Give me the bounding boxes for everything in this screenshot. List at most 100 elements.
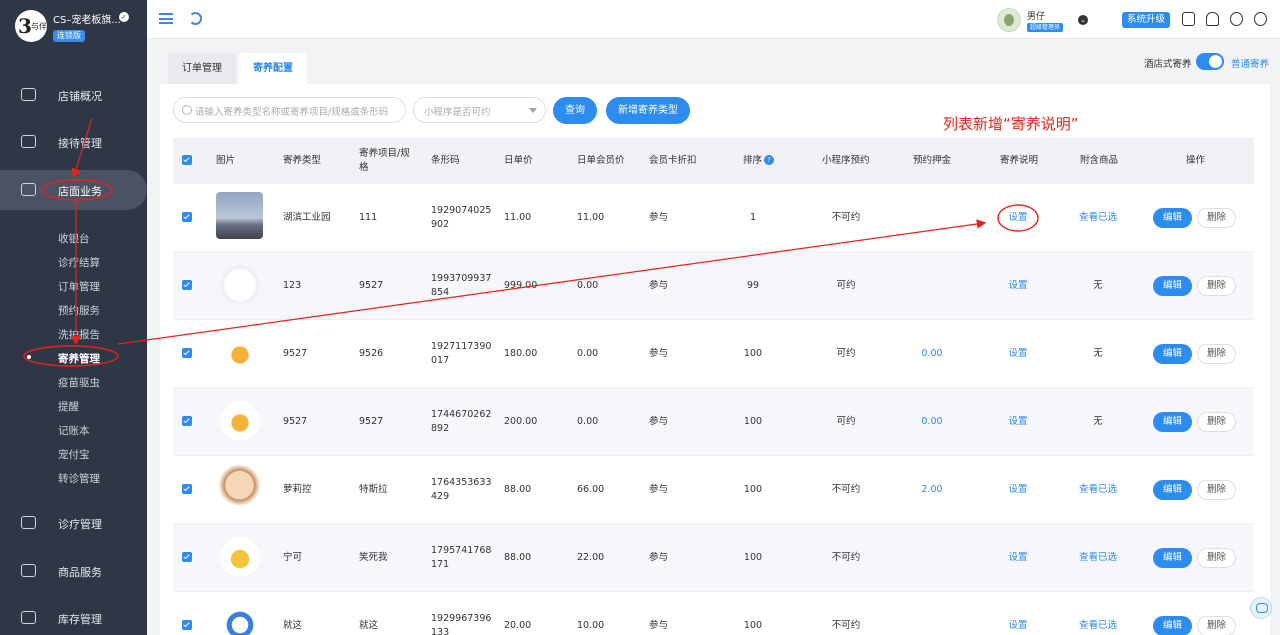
delete-button[interactable]: 删除: [1197, 276, 1237, 296]
sidebar-item-store-business[interactable]: 店面业务: [0, 170, 147, 210]
sidebar-subitem-vaccine[interactable]: 疫苗驱虫: [58, 375, 100, 390]
brand-header[interactable]: 3 与伴 CS–宠老板旗... ✓ 连锁版: [0, 0, 147, 52]
row-checkbox[interactable]: [182, 552, 192, 562]
select-all-checkbox[interactable]: [182, 155, 192, 165]
boarding-note-settings-link[interactable]: 设置: [1007, 211, 1029, 225]
tab-order-management[interactable]: 订单管理: [168, 53, 236, 84]
row-checkbox[interactable]: [182, 620, 192, 630]
delete-button[interactable]: 删除: [1197, 344, 1237, 364]
sidebar-item-medical[interactable]: 诊疗管理: [0, 503, 147, 543]
sidebar-subitem-treatment-settlement[interactable]: 诊疗结算: [58, 255, 100, 270]
menu-toggle-icon[interactable]: [159, 13, 173, 24]
edit-button[interactable]: 编辑: [1153, 344, 1193, 364]
attached-goods-link[interactable]: 查看已选: [1075, 483, 1121, 497]
bell-icon[interactable]: [1206, 12, 1219, 26]
edit-button[interactable]: 编辑: [1153, 616, 1193, 635]
sidebar-item-inventory[interactable]: 库存管理: [0, 598, 147, 635]
cell-price: 88.00: [504, 552, 532, 563]
boarding-mode-toggle[interactable]: [1196, 53, 1224, 70]
cell-spec: 9527: [359, 416, 384, 427]
boarding-note-settings-link[interactable]: 设置: [1007, 347, 1029, 361]
search-input[interactable]: 请输入寄养类型名称或寄养项目/规格或条形码: [173, 97, 406, 123]
normal-boarding-link[interactable]: 普通寄养: [1231, 56, 1269, 70]
delete-button[interactable]: 删除: [1197, 208, 1237, 228]
calendar-icon[interactable]: [1182, 12, 1195, 26]
boarding-note-settings-link[interactable]: 设置: [1007, 619, 1029, 633]
delete-button[interactable]: 删除: [1197, 480, 1237, 500]
edition-badge: 连锁版: [53, 30, 85, 42]
help-icon[interactable]: ?: [764, 155, 774, 165]
cell-booking: 不可约: [831, 552, 861, 563]
headset-icon[interactable]: [1230, 12, 1243, 26]
tab-boarding-config[interactable]: 寄养配置: [239, 53, 307, 84]
clipboard-icon: [21, 135, 36, 148]
attached-goods-link[interactable]: 查看已选: [1075, 211, 1121, 225]
sidebar-item-overview[interactable]: 店铺概况: [0, 75, 147, 115]
cell-spec: 9526: [359, 348, 384, 359]
add-boarding-type-button[interactable]: 新增寄养类型: [606, 97, 690, 124]
sidebar-subitem-appointments[interactable]: 预约服务: [58, 303, 100, 318]
sidebar-subitem-ledger[interactable]: 记账本: [58, 423, 90, 438]
column-header: 排序: [743, 155, 763, 166]
cell-discount: 参与: [649, 620, 669, 631]
cell-type: 就这: [283, 620, 303, 631]
edit-button[interactable]: 编辑: [1153, 276, 1193, 296]
brand-logo-mark: 3: [18, 14, 32, 38]
sidebar-subitem-reminder[interactable]: 提醒: [58, 399, 79, 414]
row-checkbox[interactable]: [182, 484, 192, 494]
sidebar-subitem-petpay[interactable]: 宠付宝: [58, 447, 90, 462]
cell-deposit: 0.00: [921, 416, 943, 427]
sidebar-subitem-referral[interactable]: 转诊管理: [58, 471, 100, 486]
upgrade-button[interactable]: 系统升级: [1122, 12, 1171, 28]
edit-button[interactable]: 编辑: [1153, 208, 1193, 228]
boarding-note-settings-link[interactable]: 设置: [1007, 483, 1029, 497]
cell-member-price: 0.00: [577, 348, 599, 359]
sidebar-item-label: 库存管理: [58, 613, 102, 626]
sidebar-subitem-boarding[interactable]: 寄养管理: [58, 351, 100, 366]
refresh-icon[interactable]: [189, 12, 202, 25]
attached-goods-link[interactable]: 查看已选: [1075, 619, 1121, 633]
attached-goods-link: 无: [1093, 416, 1103, 427]
boarding-note-settings-link[interactable]: 设置: [1007, 279, 1029, 293]
chat-support-icon[interactable]: [1250, 597, 1272, 619]
user-role-badge: 超级管理员: [1027, 23, 1064, 32]
edit-button[interactable]: 编辑: [1153, 548, 1193, 568]
sidebar-subitem-orders[interactable]: 订单管理: [58, 279, 100, 294]
query-button[interactable]: 查询: [553, 97, 597, 124]
monitor-icon: [21, 88, 36, 101]
row-checkbox[interactable]: [182, 280, 192, 290]
cell-barcode-line2: 017: [431, 355, 450, 366]
help-icon[interactable]: [1254, 12, 1267, 26]
delete-button[interactable]: 删除: [1197, 616, 1237, 635]
delete-button[interactable]: 删除: [1197, 412, 1237, 432]
boarding-note-settings-link[interactable]: 设置: [1007, 551, 1029, 565]
cell-barcode-line1: 1795741768: [431, 545, 492, 556]
cell-barcode-line2: 429: [431, 491, 450, 502]
row-checkbox[interactable]: [182, 212, 192, 222]
cell-deposit: 0.00: [921, 348, 943, 359]
sidebar-subitem-grooming-report[interactable]: 洗护报告: [58, 327, 100, 342]
avatar[interactable]: [997, 8, 1021, 32]
column-header: 条形码: [431, 155, 460, 166]
cell-price: 88.00: [504, 484, 532, 495]
attached-goods-link[interactable]: 查看已选: [1075, 551, 1121, 565]
sidebar-item-goods[interactable]: 商品服务: [0, 551, 147, 591]
sidebar-item-label: 接待管理: [58, 137, 102, 150]
edit-button[interactable]: 编辑: [1153, 480, 1193, 500]
boarding-note-settings-link[interactable]: 设置: [1007, 415, 1029, 429]
delete-button[interactable]: 删除: [1197, 548, 1237, 568]
edit-button[interactable]: 编辑: [1153, 412, 1193, 432]
row-checkbox[interactable]: [182, 348, 192, 358]
hotel-boarding-label: 酒店式寄养: [1144, 59, 1192, 70]
cell-spec: 特斯拉: [359, 484, 388, 495]
cell-barcode-line2: 133: [431, 627, 450, 635]
row-checkbox[interactable]: [182, 416, 192, 426]
select-placeholder: 小程序是否可约: [424, 107, 491, 118]
cell-price: 180.00: [504, 348, 538, 359]
sidebar-item-reception[interactable]: 接待管理: [0, 122, 147, 162]
cell-barcode-line1: 1929967396: [431, 613, 492, 624]
booking-filter-select[interactable]: 小程序是否可约: [413, 97, 546, 123]
column-header: 操作: [1186, 155, 1206, 166]
sidebar-subitem-cashier[interactable]: 收银台: [58, 231, 90, 246]
chevron-down-icon[interactable]: ⌄: [1078, 15, 1088, 25]
